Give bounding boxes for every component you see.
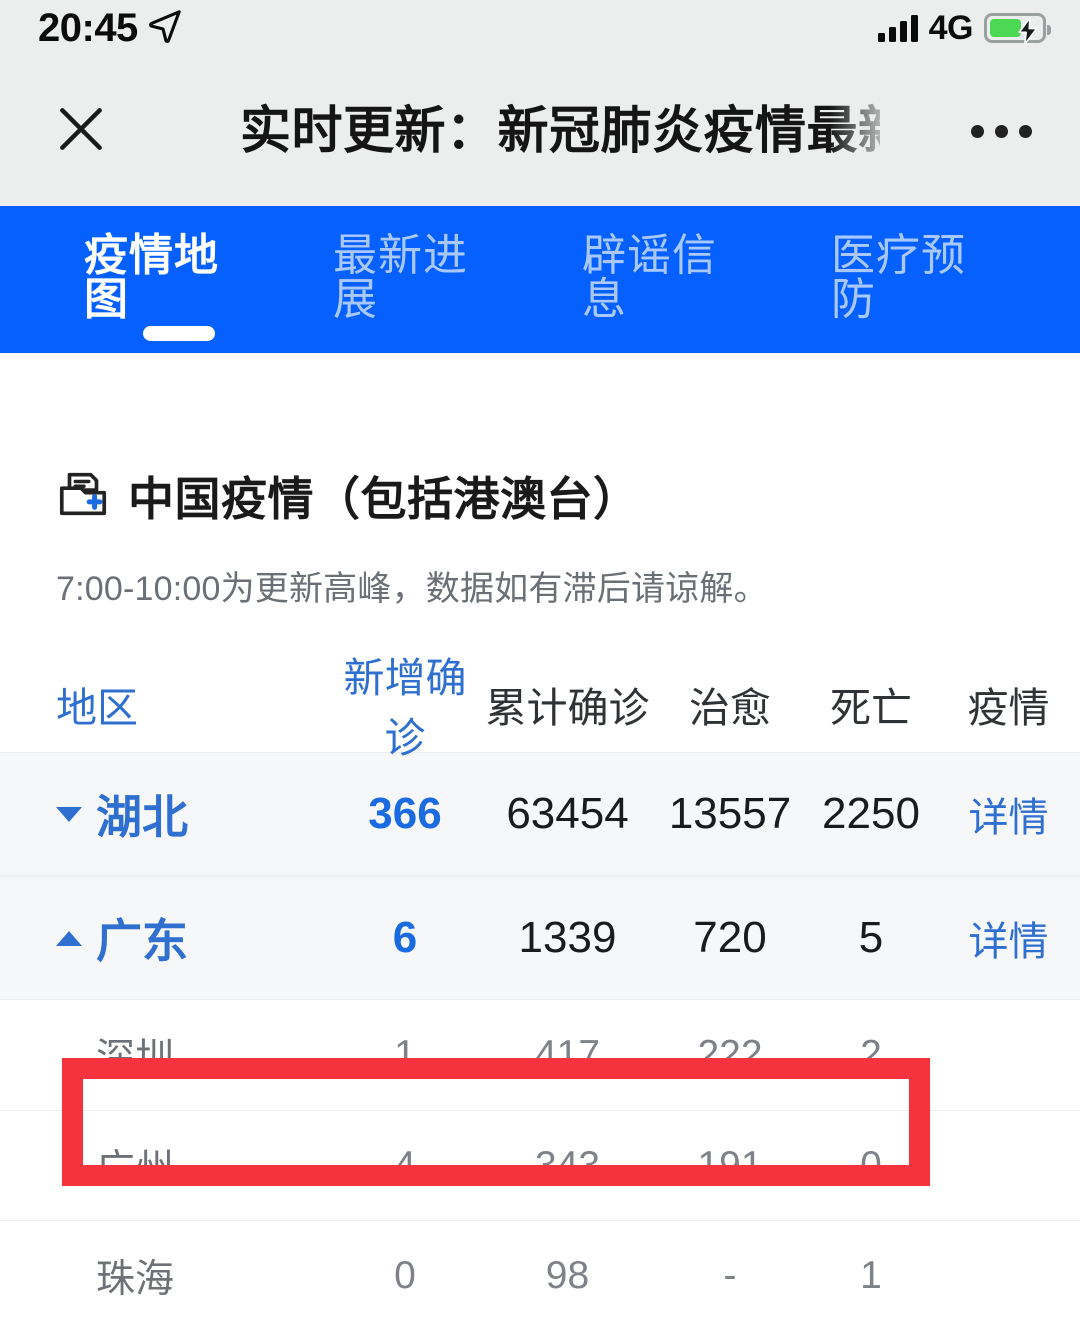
row-deaths: 2 bbox=[860, 1033, 882, 1076]
row-detail-link[interactable]: 详情 bbox=[937, 909, 1080, 967]
triangle-down-icon[interactable] bbox=[56, 806, 82, 822]
row-deaths: 1 bbox=[860, 1253, 882, 1297]
active-tab-indicator bbox=[143, 326, 215, 341]
row-region-label: 珠海 bbox=[96, 1257, 175, 1301]
row-deaths: 5 bbox=[858, 913, 884, 962]
tab-medical-prevention[interactable]: 医疗预防 bbox=[831, 233, 998, 326]
row-new-confirmed: 366 bbox=[368, 789, 442, 838]
close-button[interactable] bbox=[26, 101, 136, 162]
row-new-confirmed: 4 bbox=[394, 1143, 416, 1187]
row-total-confirmed: 63454 bbox=[506, 789, 629, 838]
status-time: 20:45 bbox=[38, 6, 138, 50]
row-total-confirmed: 343 bbox=[534, 1143, 601, 1187]
medical-file-plus-icon bbox=[56, 467, 110, 526]
tab-bar: 疫情地图 最新进展 辟谣信息 医疗预防 bbox=[0, 206, 1080, 353]
table-row[interactable]: 湖北 366 63454 13557 2250 详情 bbox=[0, 752, 1080, 876]
row-region-label: 湖北 bbox=[96, 791, 188, 843]
tab-latest-news[interactable]: 最新进展 bbox=[333, 233, 500, 326]
row-region-label: 广东 bbox=[96, 915, 188, 967]
column-header-deaths[interactable]: 死亡 bbox=[805, 674, 937, 734]
table-row[interactable]: 深圳 1 417 222 2 bbox=[0, 1000, 1080, 1110]
network-type-label: 4G bbox=[928, 9, 974, 47]
more-options-icon bbox=[971, 124, 984, 138]
row-new-confirmed: 6 bbox=[392, 913, 418, 962]
column-header-detail[interactable]: 疫情 bbox=[937, 674, 1080, 734]
more-options-icon bbox=[1019, 124, 1032, 138]
section-header: 中国疫情（包括港澳台） bbox=[0, 463, 1080, 529]
row-cured: - bbox=[723, 1253, 737, 1297]
row-detail-link[interactable]: 详情 bbox=[937, 785, 1080, 843]
battery-charging-icon bbox=[984, 13, 1051, 45]
status-bar-left: 20:45 bbox=[38, 8, 182, 48]
main-content: 中国疫情（包括港澳台） 7:00-10:00为更新高峰，数据如有滞后请谅解。 地… bbox=[0, 353, 1080, 1330]
row-new-confirmed: 0 bbox=[394, 1253, 416, 1297]
row-region-cell[interactable]: 广东 bbox=[0, 905, 330, 971]
table-row[interactable]: 广州 4 343 191 0 bbox=[0, 1110, 1080, 1220]
more-options-button[interactable] bbox=[971, 124, 1032, 138]
table-row[interactable]: 广东 6 1339 720 5 详情 bbox=[0, 876, 1080, 1000]
more-options-icon bbox=[995, 124, 1008, 138]
table-header-row: 地区 新增确诊 累计确诊 治愈 死亡 疫情 bbox=[0, 655, 1080, 761]
triangle-up-icon[interactable] bbox=[56, 930, 82, 946]
close-icon bbox=[53, 101, 109, 162]
column-header-new-confirmed[interactable]: 新增确诊 bbox=[330, 644, 480, 764]
row-total-confirmed: 417 bbox=[534, 1033, 601, 1076]
page-title-wrap: 实时更新：新冠肺炎疫情最新 bbox=[240, 96, 880, 166]
column-header-cured[interactable]: 治愈 bbox=[655, 674, 805, 734]
row-cured: 13557 bbox=[668, 789, 792, 838]
tab-epidemic-map[interactable]: 疫情地图 bbox=[84, 233, 251, 326]
column-header-total-confirmed[interactable]: 累计确诊 bbox=[480, 674, 655, 734]
webview-header: 实时更新：新冠肺炎疫情最新 bbox=[0, 56, 1080, 206]
row-region-label: 深圳 bbox=[96, 1037, 175, 1080]
row-total-confirmed: 98 bbox=[545, 1253, 590, 1297]
location-arrow-icon bbox=[148, 9, 182, 48]
row-cured: 191 bbox=[697, 1143, 763, 1187]
row-cured: 720 bbox=[693, 913, 767, 962]
row-deaths: 0 bbox=[860, 1143, 882, 1187]
section-subtitle: 7:00-10:00为更新高峰，数据如有滞后请谅解。 bbox=[56, 570, 768, 608]
row-region-label: 广州 bbox=[96, 1147, 175, 1191]
table-row[interactable]: 珠海 0 98 - 1 bbox=[0, 1220, 1080, 1330]
row-total-confirmed: 1339 bbox=[518, 913, 617, 962]
signal-bars-icon bbox=[877, 14, 918, 42]
status-bar: 20:45 4G bbox=[0, 0, 1080, 56]
epidemic-data-table: 地区 新增确诊 累计确诊 治愈 死亡 疫情 湖北 366 63454 13557… bbox=[0, 655, 1080, 1330]
status-bar-right: 4G bbox=[877, 9, 1051, 47]
page-title: 实时更新：新冠肺炎疫情最新 bbox=[240, 102, 880, 159]
column-header-region[interactable]: 地区 bbox=[0, 674, 330, 734]
row-cured: 222 bbox=[697, 1033, 763, 1076]
row-new-confirmed: 1 bbox=[394, 1033, 416, 1076]
section-title: 中国疫情（包括港澳台） bbox=[128, 473, 640, 525]
row-region-cell[interactable]: 湖北 bbox=[0, 781, 330, 847]
row-deaths: 2250 bbox=[822, 789, 920, 838]
tab-rumor-debunk[interactable]: 辟谣信息 bbox=[582, 233, 749, 326]
